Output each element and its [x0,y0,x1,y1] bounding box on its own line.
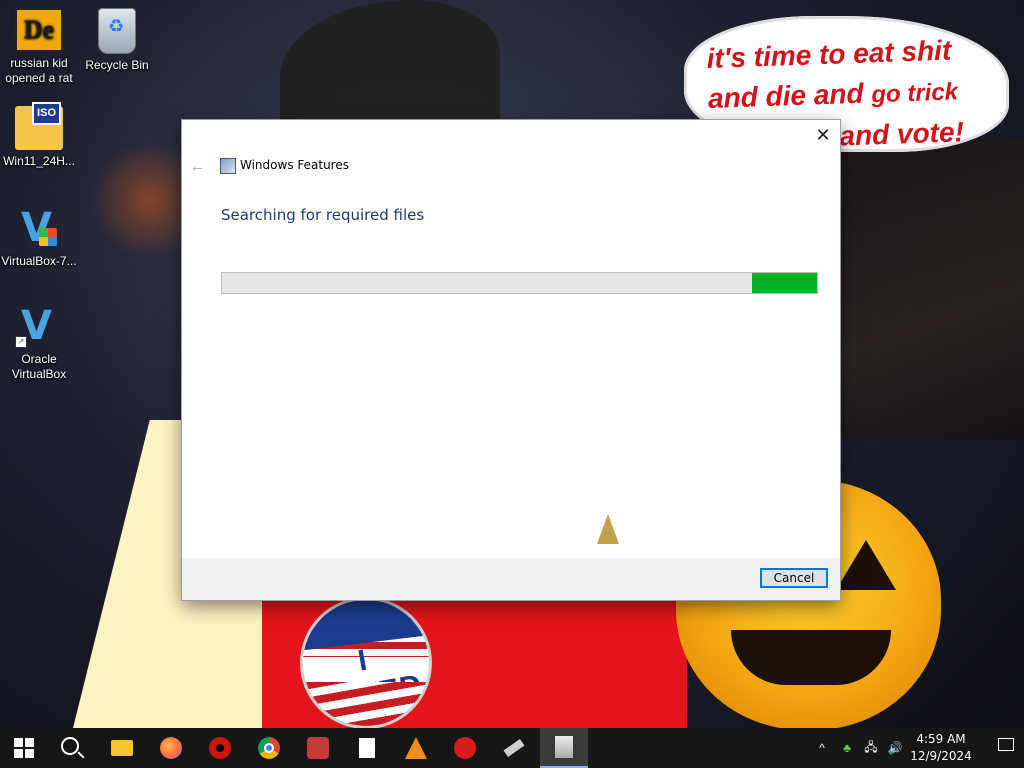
clock[interactable]: 4:59 AM 12/9/2024 [906,731,976,765]
taskbar-chrome[interactable] [245,728,293,768]
angry-birds-icon [307,737,329,759]
clock-time: 4:59 AM [916,732,966,746]
volume-icon[interactable]: 🔊 [884,728,906,768]
firefox-icon [160,737,182,759]
tray-chevron-icon[interactable]: ^ [812,728,832,768]
i-voted-sticker: I VOTED [300,597,432,728]
file-explorer-icon [111,740,133,756]
speech-line-2: and die and [707,77,865,115]
ladybug-app-icon [454,737,476,759]
cancel-button[interactable]: Cancel [760,568,828,588]
virtualbox-icon: V ↗ [15,304,63,348]
chrome-icon [258,737,280,759]
usb-drive-icon [503,738,525,758]
taskbar-installer[interactable] [540,728,588,768]
desktop-icon-label: Recycle Bin [85,58,149,72]
busy-cursor-icon [597,514,619,544]
network-icon[interactable]: 🖧 [860,728,882,768]
iso-file-icon: ISO [15,102,63,150]
de-app-icon: De [15,8,63,52]
speech-line-1: it's time to eat shit [706,34,952,75]
status-heading: Searching for required files [221,206,425,224]
speech-line-2b: go trick [870,78,959,109]
recycle-bin-icon [98,8,136,54]
taskbar-usb-drive[interactable] [490,728,538,768]
windows-features-dialog: ✕ ← Windows Features Searching for requi… [182,120,840,600]
taskbar-file-explorer[interactable] [98,728,146,768]
taskbar: ^ ♣ 🖧 🔊 4:59 AM 12/9/2024 [0,728,1024,768]
search-icon [61,737,79,755]
desktop-icon-label: Win11_24H... [3,154,75,168]
virtualbox-installer-icon: V [15,206,63,250]
tray-app-icon[interactable]: ♣ [836,728,858,768]
notepad-icon [359,738,375,758]
progress-bar [221,272,818,294]
desktop-icon-win11-iso[interactable]: ISO Win11_24H... [0,102,78,169]
witch-hat-shape [280,0,500,130]
taskbar-ladybug-app[interactable] [441,728,489,768]
notification-icon[interactable] [998,738,1014,751]
desktop-icon-recycle-bin[interactable]: Recycle Bin [78,8,156,73]
taskbar-notepad[interactable] [343,728,391,768]
taskbar-red-app[interactable] [196,728,244,768]
taskbar-vlc[interactable] [392,728,440,768]
desktop-icon-virtualbox-installer[interactable]: V VirtualBox-7... [0,206,78,269]
search-button[interactable] [48,728,96,768]
back-arrow-icon: ← [190,158,205,175]
windows-features-icon [220,158,236,174]
desktop-icon-russian-kid[interactable]: De russian kid opened a rat [0,8,78,86]
start-icon [14,738,34,758]
speech-line-3: and vote! [838,116,965,152]
close-icon[interactable]: ✕ [814,126,832,144]
desktop-icon-label: VirtualBox-7... [1,254,77,268]
desktop-icon-label: russian kid opened a rat [5,56,73,85]
red-app-icon [209,737,231,759]
progress-fill [751,273,817,293]
taskbar-angry-birds[interactable] [294,728,342,768]
start-button[interactable] [0,728,48,768]
clock-date: 12/9/2024 [910,749,972,763]
dialog-footer: Cancel [182,558,840,600]
vlc-icon [405,737,427,759]
installer-icon [555,736,573,758]
desktop-icon-oracle-virtualbox[interactable]: V ↗ Oracle VirtualBox [0,304,78,382]
taskbar-firefox[interactable] [147,728,195,768]
desktop-icon-label: Oracle VirtualBox [11,352,67,381]
dialog-title: Windows Features [240,158,349,172]
spooky-tree [834,140,1024,440]
